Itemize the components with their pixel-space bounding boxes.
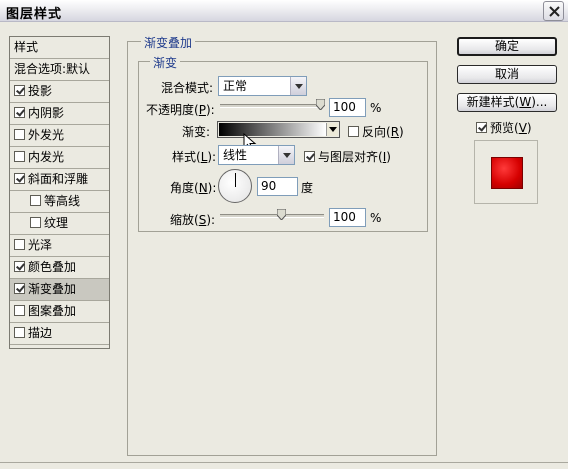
sidebar-item[interactable]: 混合选项:默认 — [10, 59, 109, 81]
sidebar-item-label: 等高线 — [44, 194, 81, 208]
style-select[interactable]: 线性 — [218, 145, 295, 165]
angle-label: 角度(N): — [170, 181, 217, 195]
sidebar-item[interactable]: 图案叠加 — [10, 301, 109, 323]
style-preview — [474, 140, 538, 204]
gradient-dropdown-arrow-icon[interactable] — [326, 123, 338, 136]
sidebar-item[interactable]: 光泽 — [10, 235, 109, 257]
sidebar-item-checkbox[interactable] — [30, 217, 41, 228]
blend-mode-select[interactable]: 正常 — [218, 76, 307, 96]
sidebar-item[interactable]: 等高线 — [10, 191, 109, 213]
sidebar-item-label: 颜色叠加 — [28, 260, 77, 274]
preview-checkbox-wrap[interactable]: 预览(V) — [476, 119, 532, 136]
style-value: 线性 — [223, 148, 248, 162]
sidebar-item-label: 外发光 — [28, 128, 65, 142]
angle-input[interactable]: 90 — [257, 177, 298, 196]
sidebar-item[interactable]: 描边 — [10, 323, 109, 345]
sidebar-item-checkbox[interactable] — [14, 327, 25, 338]
sidebar-item-checkbox[interactable] — [14, 239, 25, 250]
gradient-preview[interactable] — [219, 123, 326, 136]
scale-label: 缩放(S): — [170, 213, 216, 227]
opacity-unit: % — [370, 101, 382, 115]
sidebar-item[interactable]: 渐变叠加 — [10, 279, 109, 301]
reverse-checkbox-wrap[interactable]: 反向(R) — [348, 123, 404, 140]
sidebar-item-checkbox[interactable] — [14, 107, 25, 118]
blend-mode-label: 混合模式: — [161, 81, 214, 95]
sidebar-item-label: 描边 — [28, 326, 53, 340]
gradient-subgroup-title: 渐变 — [150, 54, 181, 71]
close-x-icon — [549, 6, 560, 17]
angle-dial-needle — [235, 173, 236, 187]
new-style-button[interactable]: 新建样式(W)... — [457, 93, 557, 112]
sidebar-item-label: 图案叠加 — [28, 304, 77, 318]
layer-style-dialog: 图层样式 样式混合选项:默认投影内阴影外发光内发光斜面和浮雕等高线纹理光泽颜色叠… — [0, 0, 568, 469]
opacity-label: 不透明度(P): — [146, 103, 215, 117]
reverse-checkbox[interactable] — [348, 126, 359, 137]
gradient-picker[interactable] — [217, 121, 340, 138]
sidebar-item[interactable]: 纹理 — [10, 213, 109, 235]
style-label: 样式(L): — [172, 150, 217, 164]
sidebar-item-label: 纹理 — [44, 216, 69, 230]
close-button[interactable] — [543, 1, 564, 21]
sidebar-item[interactable]: 投影 — [10, 81, 109, 103]
sidebar-item-label: 内发光 — [28, 150, 65, 164]
gradient-label: 渐变: — [182, 125, 211, 139]
sidebar-item[interactable]: 斜面和浮雕 — [10, 169, 109, 191]
scale-input[interactable]: 100 — [329, 208, 366, 227]
sidebar-item[interactable]: 内发光 — [10, 147, 109, 169]
angle-unit: 度 — [301, 181, 314, 195]
sidebar-item-checkbox[interactable] — [14, 151, 25, 162]
sidebar-item-label: 投影 — [28, 84, 53, 98]
sidebar-item-label: 渐变叠加 — [28, 282, 77, 296]
chevron-down-icon — [290, 77, 306, 95]
sidebar-item-label: 内阴影 — [28, 106, 65, 120]
opacity-slider-thumb[interactable] — [316, 99, 325, 110]
title-bar: 图层样式 — [0, 0, 568, 22]
sidebar-item-label: 混合选项:默认 — [14, 62, 91, 76]
sidebar-item-checkbox[interactable] — [14, 261, 25, 272]
styles-sidebar: 样式混合选项:默认投影内阴影外发光内发光斜面和浮雕等高线纹理光泽颜色叠加渐变叠加… — [9, 36, 110, 349]
scale-slider-thumb[interactable] — [277, 209, 286, 220]
sidebar-item[interactable]: 外发光 — [10, 125, 109, 147]
blend-mode-value: 正常 — [223, 79, 248, 93]
sidebar-item-checkbox[interactable] — [14, 85, 25, 96]
cancel-button[interactable]: 取消 — [457, 65, 557, 84]
sidebar-item[interactable]: 样式 — [10, 37, 109, 59]
scale-unit: % — [370, 211, 382, 225]
sidebar-item-checkbox[interactable] — [30, 195, 41, 206]
angle-dial[interactable] — [218, 169, 252, 203]
chevron-down-icon — [278, 146, 294, 164]
sidebar-item[interactable]: 内阴影 — [10, 103, 109, 125]
sidebar-item-checkbox[interactable] — [14, 173, 25, 184]
align-with-layer-wrap[interactable]: 与图层对齐(I) — [304, 148, 391, 165]
ok-button[interactable]: 确定 — [457, 37, 557, 56]
bottom-edge — [0, 462, 568, 469]
sidebar-item-label: 斜面和浮雕 — [28, 172, 89, 186]
sidebar-item-label: 光泽 — [28, 238, 53, 252]
sidebar-item[interactable]: 颜色叠加 — [10, 257, 109, 279]
sidebar-item-checkbox[interactable] — [14, 305, 25, 316]
gradient-overlay-title: 渐变叠加 — [141, 34, 196, 51]
sidebar-item-label: 样式 — [14, 40, 39, 54]
align-with-layer-checkbox[interactable] — [304, 151, 315, 162]
preview-swatch — [491, 157, 523, 189]
sidebar-item-checkbox[interactable] — [14, 129, 25, 140]
sidebar-item-checkbox[interactable] — [14, 283, 25, 294]
window-title: 图层样式 — [6, 7, 63, 22]
preview-checkbox[interactable] — [476, 122, 487, 133]
opacity-input[interactable]: 100 — [329, 98, 366, 117]
scale-slider-track[interactable] — [220, 214, 324, 218]
opacity-slider-track[interactable] — [220, 104, 324, 108]
